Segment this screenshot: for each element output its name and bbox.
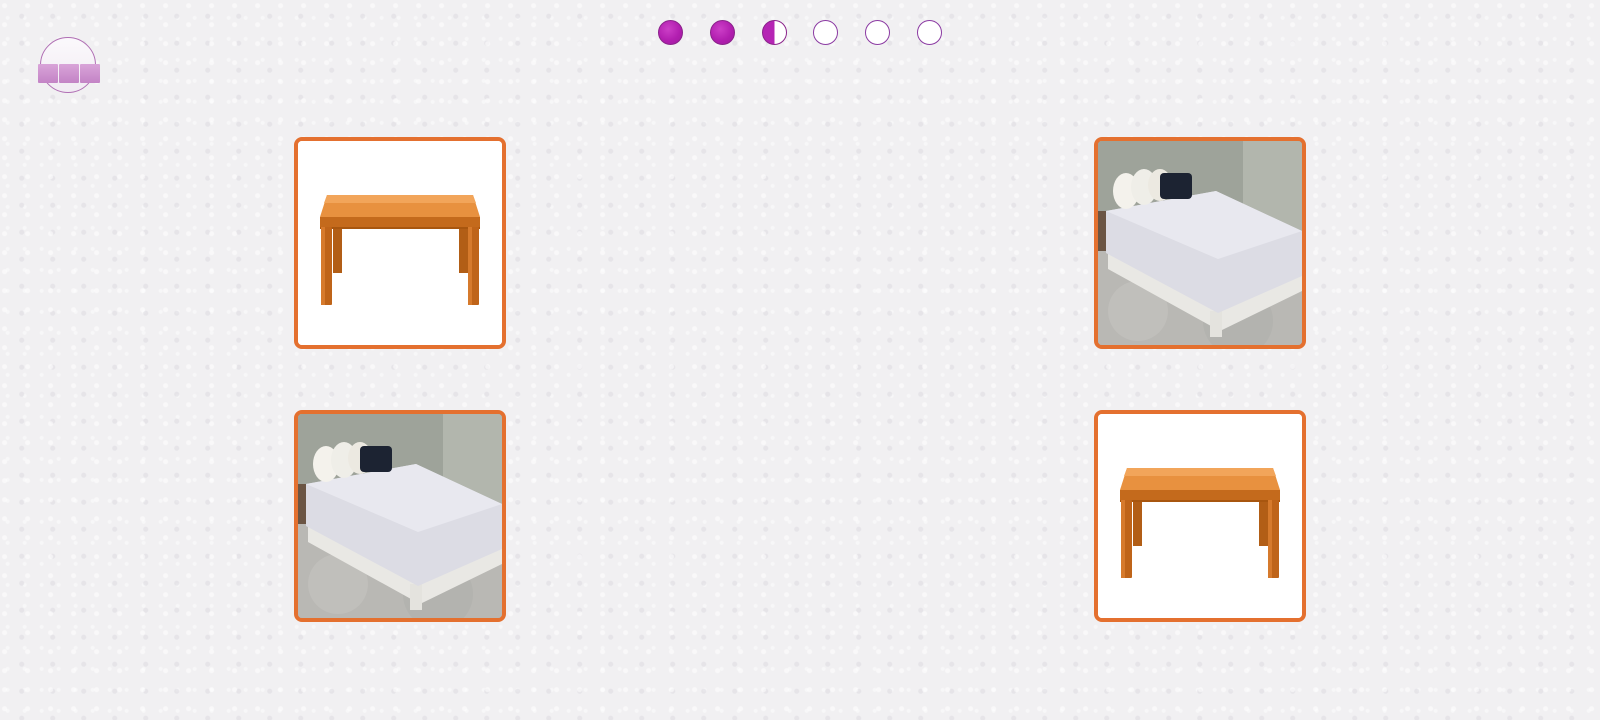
bed-icon: [1098, 141, 1302, 345]
progress-dot-empty: [813, 20, 838, 45]
progress-dot-empty: [865, 20, 890, 45]
card-bed[interactable]: [1094, 137, 1306, 349]
progress-dot-done: [710, 20, 735, 45]
progress-dot-current: [762, 20, 787, 45]
bed-icon: [298, 414, 502, 618]
progress-dot-done: [658, 20, 683, 45]
card-bed[interactable]: [294, 410, 506, 622]
menu-button[interactable]: [38, 37, 100, 93]
table-icon: [298, 141, 502, 345]
progress-dot-empty: [917, 20, 942, 45]
table-icon: [1098, 414, 1302, 618]
menu-icon: [38, 64, 100, 83]
card-table[interactable]: [1094, 410, 1306, 622]
card-table[interactable]: [294, 137, 506, 349]
